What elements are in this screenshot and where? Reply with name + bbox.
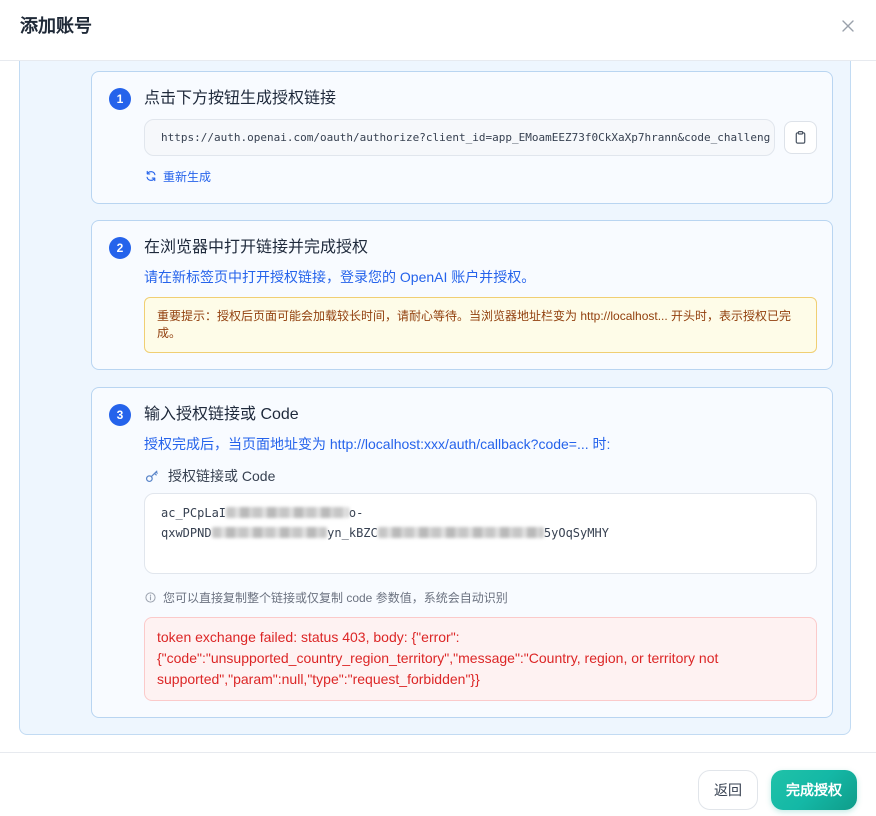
code-fragment: ac_PCpLaI: [161, 506, 227, 520]
complete-authorization-button[interactable]: 完成授权: [771, 770, 857, 810]
dialog-title: 添加账号: [20, 16, 92, 36]
regenerate-link-button[interactable]: 重新生成: [145, 166, 211, 186]
close-icon: [842, 20, 854, 32]
error-message: token exchange failed: status 403, body:…: [144, 617, 817, 701]
important-notice: 重要提示：授权后页面可能会加载较长时间，请耐心等待。当浏览器地址栏变为 http…: [144, 297, 817, 353]
code-input-hint-text: 您可以直接复制整个链接或仅复制 code 参数值，系统会自动识别: [163, 590, 508, 605]
redacted-text: [226, 507, 349, 518]
key-icon: [145, 470, 158, 483]
clipboard-icon: [795, 131, 806, 144]
dialog-header: 添加账号: [0, 0, 876, 61]
code-line-2: qxwDPND yn_kBZC 5yOqSyMHY: [161, 523, 800, 543]
back-button[interactable]: 返回: [698, 770, 758, 810]
code-field-label: 授权链接或 Code: [145, 466, 275, 486]
step-3-number-badge: 3: [109, 404, 131, 426]
dialog-footer: 返回 完成授权: [0, 752, 876, 816]
step-2-card: 2 在浏览器中打开链接并完成授权 请在新标签页中打开授权链接，登录您的 Open…: [91, 220, 833, 370]
step-3-description: 授权完成后，当页面地址变为 http://localhost:xxx/auth/…: [144, 436, 611, 452]
auth-url-field[interactable]: [144, 119, 775, 156]
oauth-steps-panel: 1 点击下方按钮生成授权链接 重新生成: [19, 61, 851, 735]
step-2-title: 在浏览器中打开链接并完成授权: [144, 239, 369, 256]
code-field-label-text: 授权链接或 Code: [168, 468, 276, 484]
add-account-dialog: 添加账号 1 点击下方按钮生成授权链接 https://auth.openai.…: [0, 0, 876, 816]
step-2-description: 请在新标签页中打开授权链接，登录您的 OpenAI 账户并授权。: [144, 269, 536, 285]
code-textarea[interactable]: ac_PCpLaI o- qxwDPND yn_kBZC 5yOqSyMHY: [144, 493, 817, 574]
close-button[interactable]: [838, 16, 858, 36]
dialog-scroll-body[interactable]: 1 点击下方按钮生成授权链接 重新生成: [0, 61, 876, 752]
copy-url-button[interactable]: [784, 121, 817, 154]
redacted-text: [377, 527, 544, 538]
regenerate-link-label: 重新生成: [163, 169, 212, 184]
refresh-icon: [146, 170, 156, 182]
code-line-1: ac_PCpLaI o-: [161, 503, 800, 523]
code-fragment: o-: [348, 506, 364, 520]
step-1-card: 1 点击下方按钮生成授权链接 重新生成: [91, 71, 833, 204]
step-2-number-badge: 2: [109, 237, 131, 259]
step-1-title: 点击下方按钮生成授权链接: [144, 90, 337, 107]
code-fragment: qxwDPND: [161, 526, 212, 540]
redacted-text: [211, 527, 328, 538]
code-input-hint: 您可以直接复制整个链接或仅复制 code 参数值，系统会自动识别: [145, 587, 508, 607]
code-fragment: yn_kBZC: [327, 526, 378, 540]
code-fragment: 5yOqSyMHY: [543, 526, 609, 540]
info-icon: [145, 591, 156, 603]
step-3-title: 输入授权链接或 Code: [144, 406, 299, 423]
step-3-card: 3 输入授权链接或 Code 授权完成后，当页面地址变为 http://loca…: [91, 387, 833, 718]
step-1-number-badge: 1: [109, 88, 131, 110]
